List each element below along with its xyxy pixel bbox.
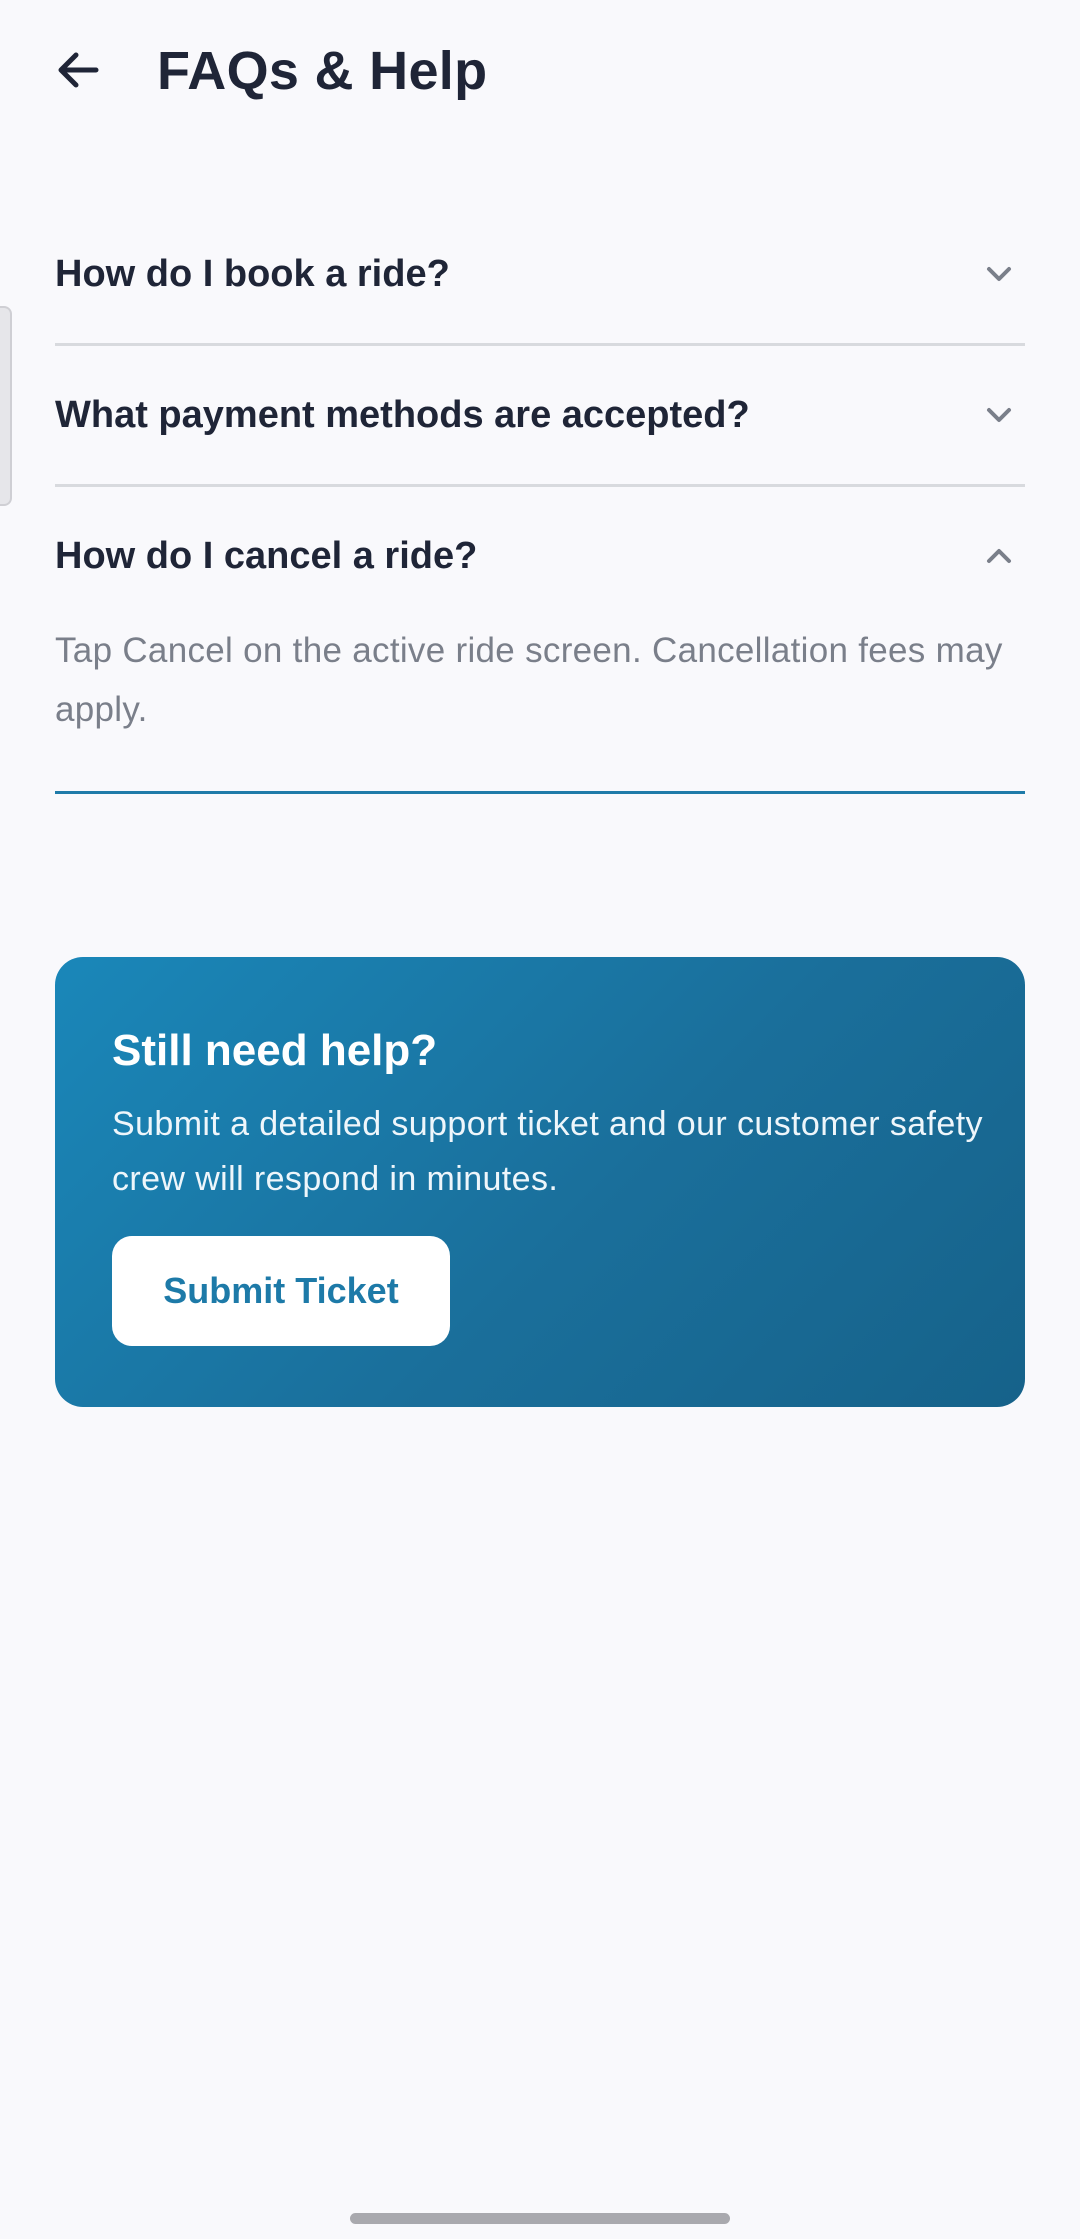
help-card-title: Still need help? [112,1026,438,1075]
faq-question: How do I book a ride? [55,253,450,295]
page-title: FAQs & Help [157,41,488,101]
faq-item: How do I book a ride? [55,205,1025,346]
home-indicator[interactable] [350,2213,730,2224]
faq-question-row[interactable]: How do I cancel a ride? [55,487,1025,625]
app-header: FAQs & Help [0,0,1080,150]
chevron-down-icon [975,250,1023,298]
chevron-up-icon [975,532,1023,580]
faq-question-row[interactable]: What payment methods are accepted? [55,346,1025,484]
faq-question: How do I cancel a ride? [55,535,478,577]
faq-item-expanded: How do I cancel a ride? Tap Cancel on th… [55,487,1025,794]
faq-question-row[interactable]: How do I book a ride? [55,205,1025,343]
help-card: Still need help? Submit a detailed suppo… [55,957,1025,1407]
submit-ticket-button[interactable]: Submit Ticket [112,1236,450,1346]
faq-question: What payment methods are accepted? [55,394,750,436]
edge-panel-handle[interactable] [0,306,12,506]
faq-item: What payment methods are accepted? [55,346,1025,487]
back-button[interactable] [40,32,116,108]
faq-answer: Tap Cancel on the active ride screen. Ca… [55,631,1003,729]
arrow-left-icon [58,52,99,88]
chevron-down-icon [975,391,1023,439]
faq-list: How do I book a ride? What payment metho… [55,205,1025,794]
help-card-body: Submit a detailed support ticket and our… [112,1105,983,1198]
